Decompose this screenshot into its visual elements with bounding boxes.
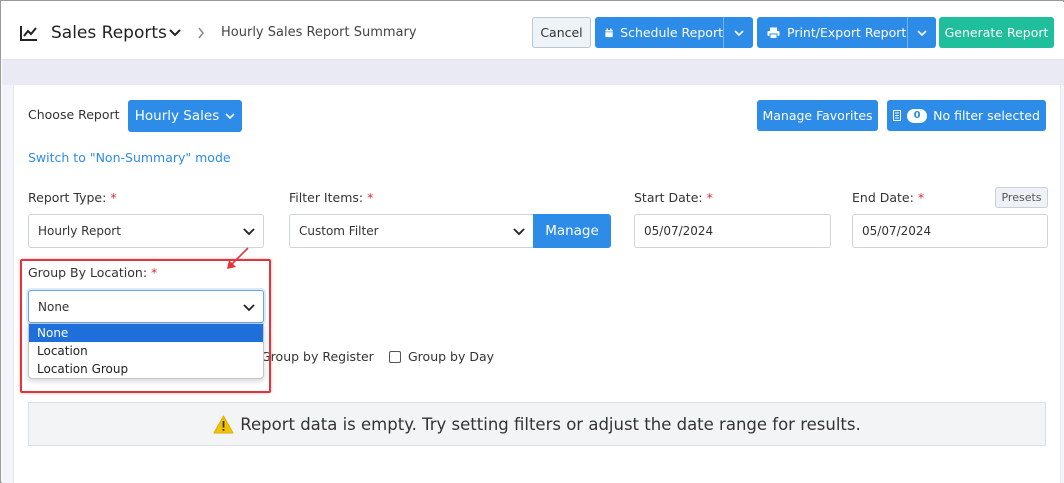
chevron-down-icon [225, 113, 235, 120]
print-export-main[interactable]: Print/Export Report [757, 17, 907, 48]
group-by-day-label: Group by Day [408, 349, 495, 364]
filter-icon [893, 110, 902, 121]
chevron-down-icon [513, 228, 525, 236]
print-export-label: Print/Export Report [787, 25, 907, 40]
filter-status-button[interactable]: 0 No filter selected [887, 100, 1046, 131]
annotation-highlight-box [20, 259, 271, 393]
manage-favorites-button[interactable]: Manage Favorites [757, 100, 878, 131]
group-by-day-checkbox[interactable] [389, 350, 401, 363]
chart-line-icon [20, 26, 37, 41]
printer-icon [767, 27, 780, 39]
start-date-label-text: Start Date: [634, 190, 703, 205]
filter-items-value: Custom Filter [299, 224, 379, 238]
required-marker: * [367, 190, 374, 205]
calendar-icon [605, 28, 613, 37]
required-marker: * [706, 190, 713, 205]
report-type-value: Hourly Report [38, 224, 121, 238]
breadcrumb: Hourly Sales Report Summary [221, 25, 417, 40]
chevron-down-icon [733, 29, 744, 36]
report-type-label-text: Report Type: [28, 190, 107, 205]
empty-report-text: Report data is empty. Try setting filter… [240, 414, 861, 434]
filter-items-label-text: Filter Items: [289, 190, 364, 205]
header-band [2, 60, 1064, 85]
cancel-button[interactable]: Cancel [532, 17, 591, 48]
start-date-label: Start Date: * [634, 190, 713, 205]
report-type-select[interactable]: Hourly Report [28, 214, 264, 248]
page-title: Sales Reports [51, 23, 167, 43]
end-date-input[interactable]: 05/07/2024 [852, 214, 1048, 248]
end-date-label: End Date: * [852, 190, 924, 205]
choose-report-value: Hourly Sales [134, 108, 220, 124]
chevron-down-icon [917, 29, 927, 36]
chevron-right-icon [198, 27, 204, 39]
schedule-report-main[interactable]: Schedule Report [595, 17, 723, 48]
required-marker: * [110, 190, 117, 205]
print-export-dropdown[interactable] [907, 17, 936, 48]
group-by-day-option[interactable]: Group by Day [389, 349, 494, 364]
filter-items-label: Filter Items: * [289, 190, 373, 205]
manage-filter-button[interactable]: Manage [533, 214, 611, 248]
generate-report-button[interactable]: Generate Report [939, 17, 1054, 48]
start-date-input[interactable]: 05/07/2024 [634, 214, 831, 248]
schedule-report-button[interactable]: Schedule Report [595, 17, 753, 48]
date-presets-button[interactable]: Presets [995, 187, 1048, 208]
chevron-down-icon [243, 228, 255, 236]
filter-status-label: No filter selected [933, 108, 1040, 123]
print-export-button[interactable]: Print/Export Report [757, 17, 936, 48]
schedule-report-label: Schedule Report [620, 25, 723, 40]
required-marker: * [917, 190, 925, 205]
end-date-value: 05/07/2024 [862, 224, 932, 238]
chevron-down-icon[interactable] [168, 27, 182, 39]
schedule-report-dropdown[interactable] [723, 17, 753, 48]
group-by-register-label: Group by Register [261, 349, 374, 364]
choose-report-label: Choose Report [28, 107, 120, 122]
filter-items-select[interactable]: Custom Filter [289, 214, 534, 248]
empty-report-message: Report data is empty. Try setting filter… [28, 402, 1046, 446]
filter-count-badge: 0 [907, 108, 928, 123]
start-date-value: 05/07/2024 [644, 224, 714, 238]
app-window: Sales Reports Hourly Sales Report Summar… [0, 0, 1064, 483]
summary-mode-link[interactable]: Switch to "Non-Summary" mode [28, 150, 231, 165]
warning-icon [213, 415, 234, 433]
choose-report-button[interactable]: Hourly Sales [128, 100, 242, 132]
end-date-label-text: End Date: [852, 190, 914, 205]
report-type-label: Report Type: * [28, 190, 117, 205]
